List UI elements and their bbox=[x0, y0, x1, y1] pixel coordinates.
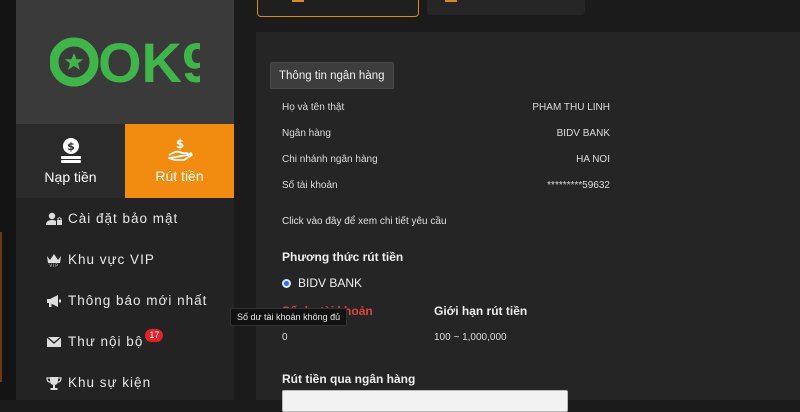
deposit-label: Nạp tiền bbox=[44, 169, 97, 185]
info-row-account-number: Số tài khoản *********59632 bbox=[282, 172, 610, 198]
action-row: $ Nạp tiền $ Rút tiền bbox=[16, 124, 234, 198]
menu-item-vip[interactable]: VIP Khu vực VIP bbox=[16, 239, 234, 280]
megaphone-icon bbox=[46, 293, 62, 309]
info-row-fullname: Họ và tên thật PHAM THU LINH bbox=[282, 94, 610, 120]
left-edge-strip bbox=[0, 0, 16, 400]
account-number-label: Số tài khoản bbox=[282, 179, 338, 191]
menu-label-events: Khu sự kiện bbox=[68, 375, 152, 390]
limit-label: Giới hạn rút tiền bbox=[434, 304, 528, 318]
bank-option-label: BIDV BANK bbox=[298, 276, 363, 290]
withdraw-method-title: Phương thức rút tiền bbox=[282, 250, 404, 264]
bank-option-radio[interactable]: BIDV BANK bbox=[282, 276, 362, 290]
account-number-value: *********59632 bbox=[547, 179, 610, 191]
fullname-value: PHAM THU LINH bbox=[532, 101, 610, 113]
withdraw-button[interactable]: $ Rút tiền bbox=[125, 124, 234, 198]
withdraw-panel: Thông tin ngân hàng Họ và tên thật PHAM … bbox=[256, 32, 800, 412]
unread-badge: 17 bbox=[145, 329, 164, 342]
envelope-icon bbox=[46, 334, 62, 350]
fullname-label: Họ và tên thật bbox=[282, 101, 345, 113]
svg-text:VIP: VIP bbox=[49, 263, 58, 267]
limit-value: 100 ~ 1,000,000 bbox=[434, 332, 507, 343]
logo-text: OK9 bbox=[98, 32, 200, 92]
menu-item-events[interactable]: Khu sự kiện bbox=[16, 362, 234, 403]
svg-text:$: $ bbox=[175, 138, 183, 151]
menu-item-security[interactable]: Cài đặt bảo mật bbox=[16, 198, 234, 239]
sidebar-menu: Cài đặt bảo mật VIP Khu vực VIP Thông bá… bbox=[16, 198, 234, 403]
menu-item-news[interactable]: Thông báo mới nhất bbox=[16, 280, 234, 321]
tab-bank-account[interactable] bbox=[257, 0, 419, 17]
branch-label: Chi nhánh ngân hàng bbox=[282, 153, 378, 165]
deposit-button[interactable]: $ Nạp tiền bbox=[16, 124, 125, 198]
insufficient-balance-tooltip: Số dư tài khoản không đủ bbox=[230, 308, 348, 326]
menu-label-inbox: Thư nội bộ bbox=[68, 334, 144, 349]
bank-label: Ngân hàng bbox=[282, 127, 331, 139]
coin-stack-icon: $ bbox=[60, 138, 81, 163]
trophy-icon bbox=[46, 375, 62, 391]
svg-text:$: $ bbox=[67, 140, 75, 153]
menu-label-news: Thông báo mới nhất bbox=[68, 293, 208, 308]
bank-info-button[interactable]: Thông tin ngân hàng bbox=[270, 62, 394, 89]
sidebar: OK9 $ Nạp tiền $ Rút tiền Cài đặt bảo mậ… bbox=[16, 0, 234, 400]
withdraw-amount-input[interactable] bbox=[282, 390, 568, 412]
bank-value: BIDV BANK bbox=[556, 127, 610, 139]
view-details-link[interactable]: Click vào đây để xem chi tiết yêu cầu bbox=[282, 216, 447, 227]
menu-item-inbox[interactable]: Thư nội bộ 17 bbox=[16, 321, 234, 362]
vip-crown-icon: VIP bbox=[46, 252, 62, 268]
logo[interactable]: OK9 bbox=[16, 0, 234, 124]
user-lock-icon bbox=[46, 211, 62, 227]
info-row-branch: Chi nhánh ngân hàng HA NOI bbox=[282, 146, 610, 172]
menu-label-vip: Khu vực VIP bbox=[68, 252, 155, 267]
bank-withdraw-title: Rút tiền qua ngân hàng bbox=[282, 372, 416, 386]
edge-accent bbox=[0, 232, 2, 382]
info-row-bank: Ngân hàng BIDV BANK bbox=[282, 120, 610, 146]
withdraw-label: Rút tiền bbox=[155, 168, 204, 184]
bank-icon bbox=[292, 0, 304, 2]
menu-label-security: Cài đặt bảo mật bbox=[68, 211, 179, 226]
bank-icon bbox=[445, 0, 457, 2]
hand-money-icon: $ bbox=[167, 138, 193, 161]
branch-value: HA NOI bbox=[576, 153, 610, 165]
ok9-logo-icon: OK9 bbox=[50, 32, 200, 92]
balance-value: 0 bbox=[282, 332, 288, 343]
radio-selected-icon bbox=[282, 278, 291, 288]
tab-withdraw-history[interactable] bbox=[427, 0, 585, 15]
